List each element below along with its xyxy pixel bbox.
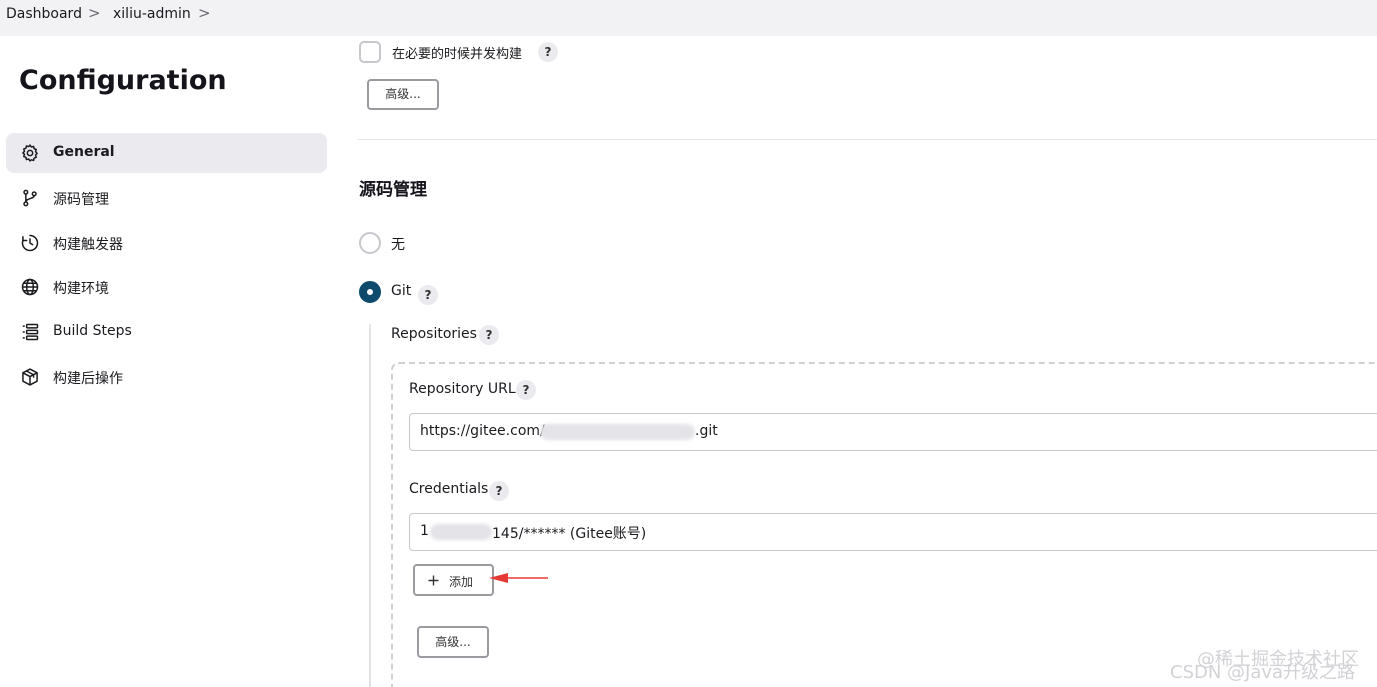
- sidebar-item-general[interactable]: General: [6, 133, 327, 173]
- repositories-label: Repositories: [391, 326, 477, 342]
- sidebar-item-label: 构建环境: [53, 281, 109, 297]
- help-icon[interactable]: ?: [489, 481, 509, 501]
- repository-url-value: https://gitee.com/: [420, 423, 545, 439]
- nested-indent-line: [369, 324, 371, 687]
- section-title-scm: 源码管理: [359, 180, 427, 200]
- breadcrumb-project[interactable]: xiliu-admin: [113, 6, 191, 22]
- repository-url-suffix: .git: [695, 423, 718, 439]
- credentials-value-prefix: 1: [420, 523, 429, 539]
- breadcrumb-separator[interactable]: >: [198, 4, 211, 22]
- clock-icon: [21, 234, 39, 252]
- credentials-label: Credentials: [409, 481, 489, 497]
- add-button-label: 添加: [449, 575, 474, 589]
- redacted-text: [540, 424, 695, 440]
- sidebar-item-label: Build Steps: [53, 323, 132, 339]
- advanced-button[interactable]: 高级...: [417, 626, 489, 658]
- scm-none-radio[interactable]: [359, 232, 381, 254]
- red-arrow-annotation: [489, 573, 548, 583]
- advanced-button[interactable]: 高级...: [367, 79, 439, 110]
- watermark: CSDN @Java升级之路: [1170, 662, 1356, 683]
- help-icon[interactable]: ?: [516, 380, 536, 400]
- help-icon[interactable]: ?: [418, 285, 438, 305]
- credentials-value: 145/****** (Gitee账号): [492, 526, 647, 542]
- breadcrumb-dashboard[interactable]: Dashboard: [6, 6, 82, 22]
- sidebar-item-build-env[interactable]: 构建环境: [6, 267, 327, 307]
- breadcrumb-separator: >: [88, 4, 101, 22]
- branch-icon: [23, 189, 37, 207]
- section-divider: [358, 139, 1377, 140]
- sidebar-item-build-steps[interactable]: Build Steps: [6, 312, 327, 352]
- sidebar-item-label: General: [53, 144, 115, 160]
- sidebar-item-build-triggers[interactable]: 构建触发器: [6, 223, 327, 263]
- sidebar-item-scm[interactable]: 源码管理: [6, 178, 327, 218]
- help-icon[interactable]: ?: [538, 42, 558, 62]
- plus-icon: [428, 575, 439, 586]
- concurrent-build-label: 在必要的时候并发构建: [392, 47, 523, 62]
- globe-icon: [21, 278, 39, 296]
- add-credentials-button[interactable]: 添加: [413, 564, 494, 596]
- scm-git-label: Git: [391, 283, 412, 299]
- sidebar-item-label: 源码管理: [53, 192, 109, 208]
- repository-url-input[interactable]: https://gitee.com/ .git: [409, 413, 1377, 451]
- page-title: Configuration: [19, 65, 227, 96]
- concurrent-build-checkbox[interactable]: [359, 41, 381, 63]
- sidebar-item-post-build[interactable]: 构建后操作: [6, 357, 327, 397]
- redacted-text: [430, 524, 492, 540]
- list-icon: [22, 323, 39, 341]
- package-icon: [22, 368, 38, 386]
- gear-icon: [22, 144, 38, 162]
- sidebar-item-label: 构建后操作: [53, 371, 123, 387]
- breadcrumb: Dashboard > xiliu-admin >: [0, 0, 1377, 36]
- scm-none-label: 无: [391, 237, 405, 253]
- credentials-select[interactable]: 1 145/****** (Gitee账号): [409, 513, 1377, 551]
- sidebar-item-label: 构建触发器: [53, 237, 123, 253]
- repository-url-label: Repository URL: [409, 381, 516, 397]
- help-icon[interactable]: ?: [479, 325, 499, 345]
- scm-git-radio[interactable]: [359, 281, 381, 303]
